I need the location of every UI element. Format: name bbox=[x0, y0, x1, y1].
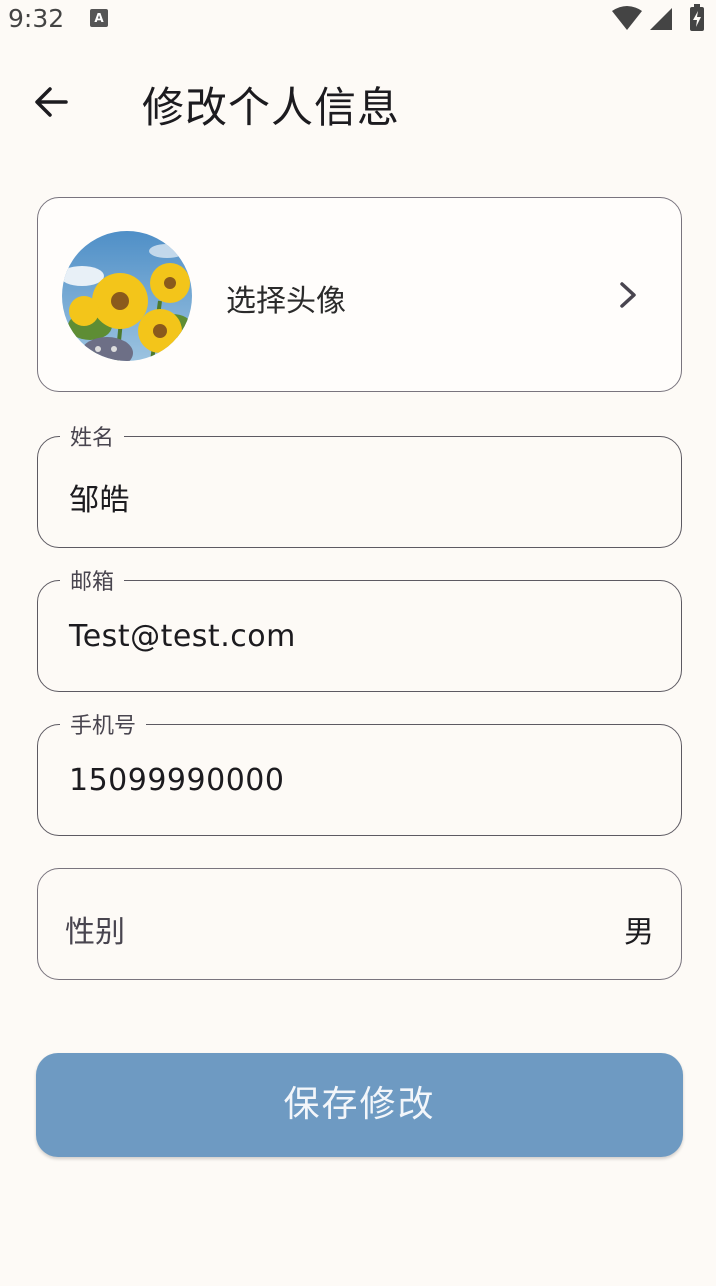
name-label: 姓名 bbox=[60, 420, 125, 452]
status-icons bbox=[612, 4, 704, 31]
phone-field[interactable]: 手机号 15099990000 bbox=[37, 708, 682, 836]
avatar-image bbox=[62, 231, 192, 361]
battery-charging-icon bbox=[690, 4, 704, 31]
notification-icon: A bbox=[90, 9, 108, 27]
signal-icon bbox=[650, 8, 672, 30]
gender-value: 男 bbox=[624, 915, 654, 950]
gender-select[interactable]: 性别 男 bbox=[37, 868, 682, 980]
name-field[interactable]: 姓名 邹皓 bbox=[37, 420, 682, 548]
name-input[interactable]: 邹皓 bbox=[69, 475, 130, 519]
phone-label: 手机号 bbox=[60, 708, 147, 740]
wifi-icon bbox=[612, 6, 642, 30]
edit-profile-screen: 9:32 A 修改个人信息 选择头像 姓名 邹皓 邮箱 Test@test.co… bbox=[0, 0, 716, 1286]
status-bar: 9:32 A bbox=[0, 0, 716, 40]
choose-avatar-card[interactable]: 选择头像 bbox=[37, 197, 682, 392]
save-button[interactable]: 保存修改 bbox=[36, 1053, 683, 1157]
app-bar: 修改个人信息 bbox=[0, 60, 716, 140]
email-input[interactable]: Test@test.com bbox=[69, 619, 296, 654]
gender-label: 性别 bbox=[65, 915, 125, 950]
phone-input[interactable]: 15099990000 bbox=[69, 763, 284, 798]
status-time: 9:32 bbox=[8, 4, 65, 33]
arrow-left-icon bbox=[35, 87, 68, 117]
email-label: 邮箱 bbox=[60, 564, 125, 596]
choose-avatar-label: 选择头像 bbox=[226, 284, 346, 319]
page-title: 修改个人信息 bbox=[142, 83, 401, 132]
back-button[interactable] bbox=[26, 76, 78, 128]
email-field[interactable]: 邮箱 Test@test.com bbox=[37, 564, 682, 692]
avatar bbox=[62, 231, 192, 361]
chevron-right-icon bbox=[620, 282, 636, 308]
